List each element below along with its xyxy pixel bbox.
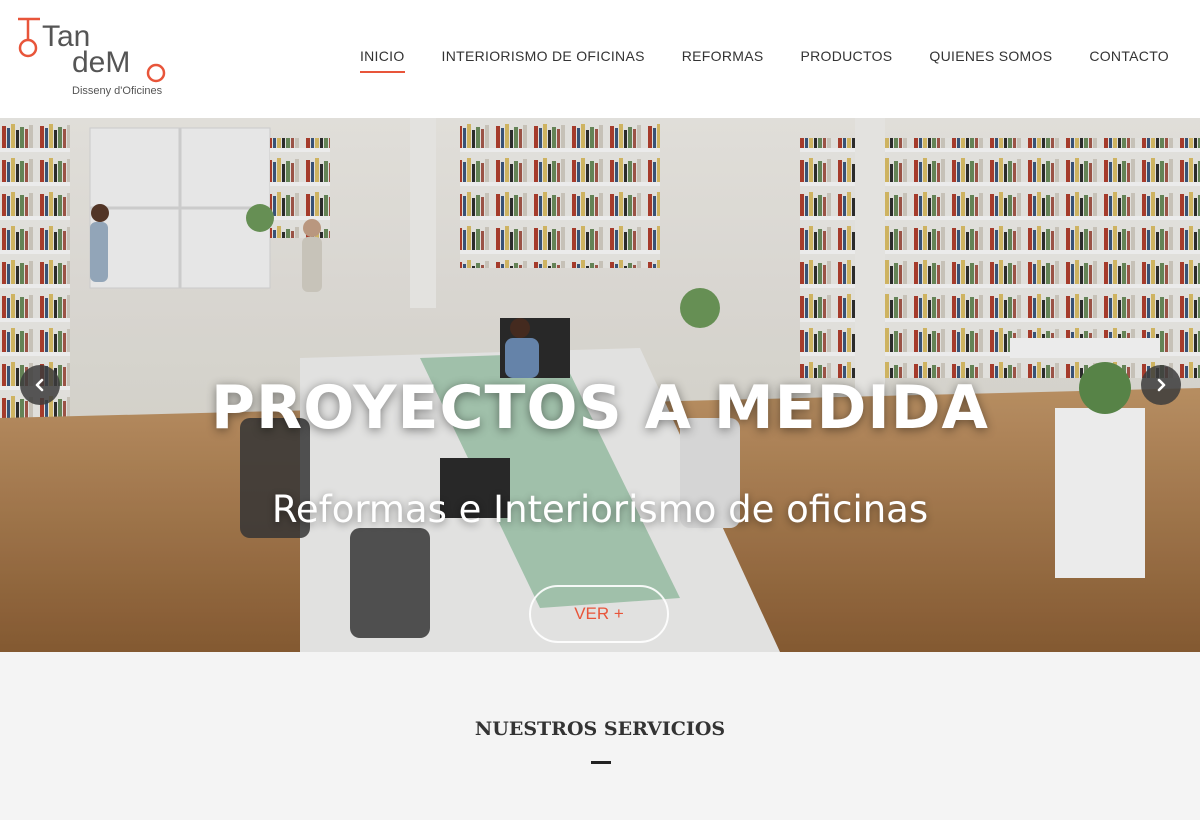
heading-divider (591, 761, 611, 764)
nav-item-productos[interactable]: PRODUCTOS (801, 48, 893, 72)
hero-title: PROYECTOS A MEDIDA (211, 373, 989, 443)
hero-subtitle: Reformas e Interiorismo de oficinas (271, 488, 929, 531)
nav-item-reformas[interactable]: REFORMAS (682, 48, 764, 72)
nav-item-inicio[interactable]: INICIO (359, 48, 405, 73)
slider-next-button[interactable] (1141, 365, 1181, 405)
tandemo-logo[interactable]: Tan deM Disseny d'Oficines (14, 14, 174, 100)
ver-more-button[interactable]: VER + (529, 585, 669, 643)
nav-item-interiorismo[interactable]: INTERIORISMO DE OFICINAS (442, 48, 645, 72)
nav-item-quienes-somos[interactable]: QUIENES SOMOS (929, 48, 1052, 72)
logo-text-bottom: deM (72, 46, 130, 79)
site-header: Tan deM Disseny d'Oficines INICIO INTERI… (0, 0, 1200, 118)
main-nav: INICIO INTERIORISMO DE OFICINAS REFORMAS… (359, 48, 1169, 73)
logo-tagline: Disseny d'Oficines (72, 85, 163, 97)
chevron-left-icon (35, 378, 44, 392)
slider-prev-button[interactable] (20, 365, 60, 405)
services-heading: NUESTROS SERVICIOS (474, 718, 726, 740)
nav-item-contacto[interactable]: CONTACTO (1089, 48, 1169, 72)
services-section: NUESTROS SERVICIOS (0, 652, 1200, 820)
hero-slider: PROYECTOS A MEDIDA Reformas e Interioris… (0, 118, 1200, 652)
chevron-right-icon (1157, 378, 1166, 392)
